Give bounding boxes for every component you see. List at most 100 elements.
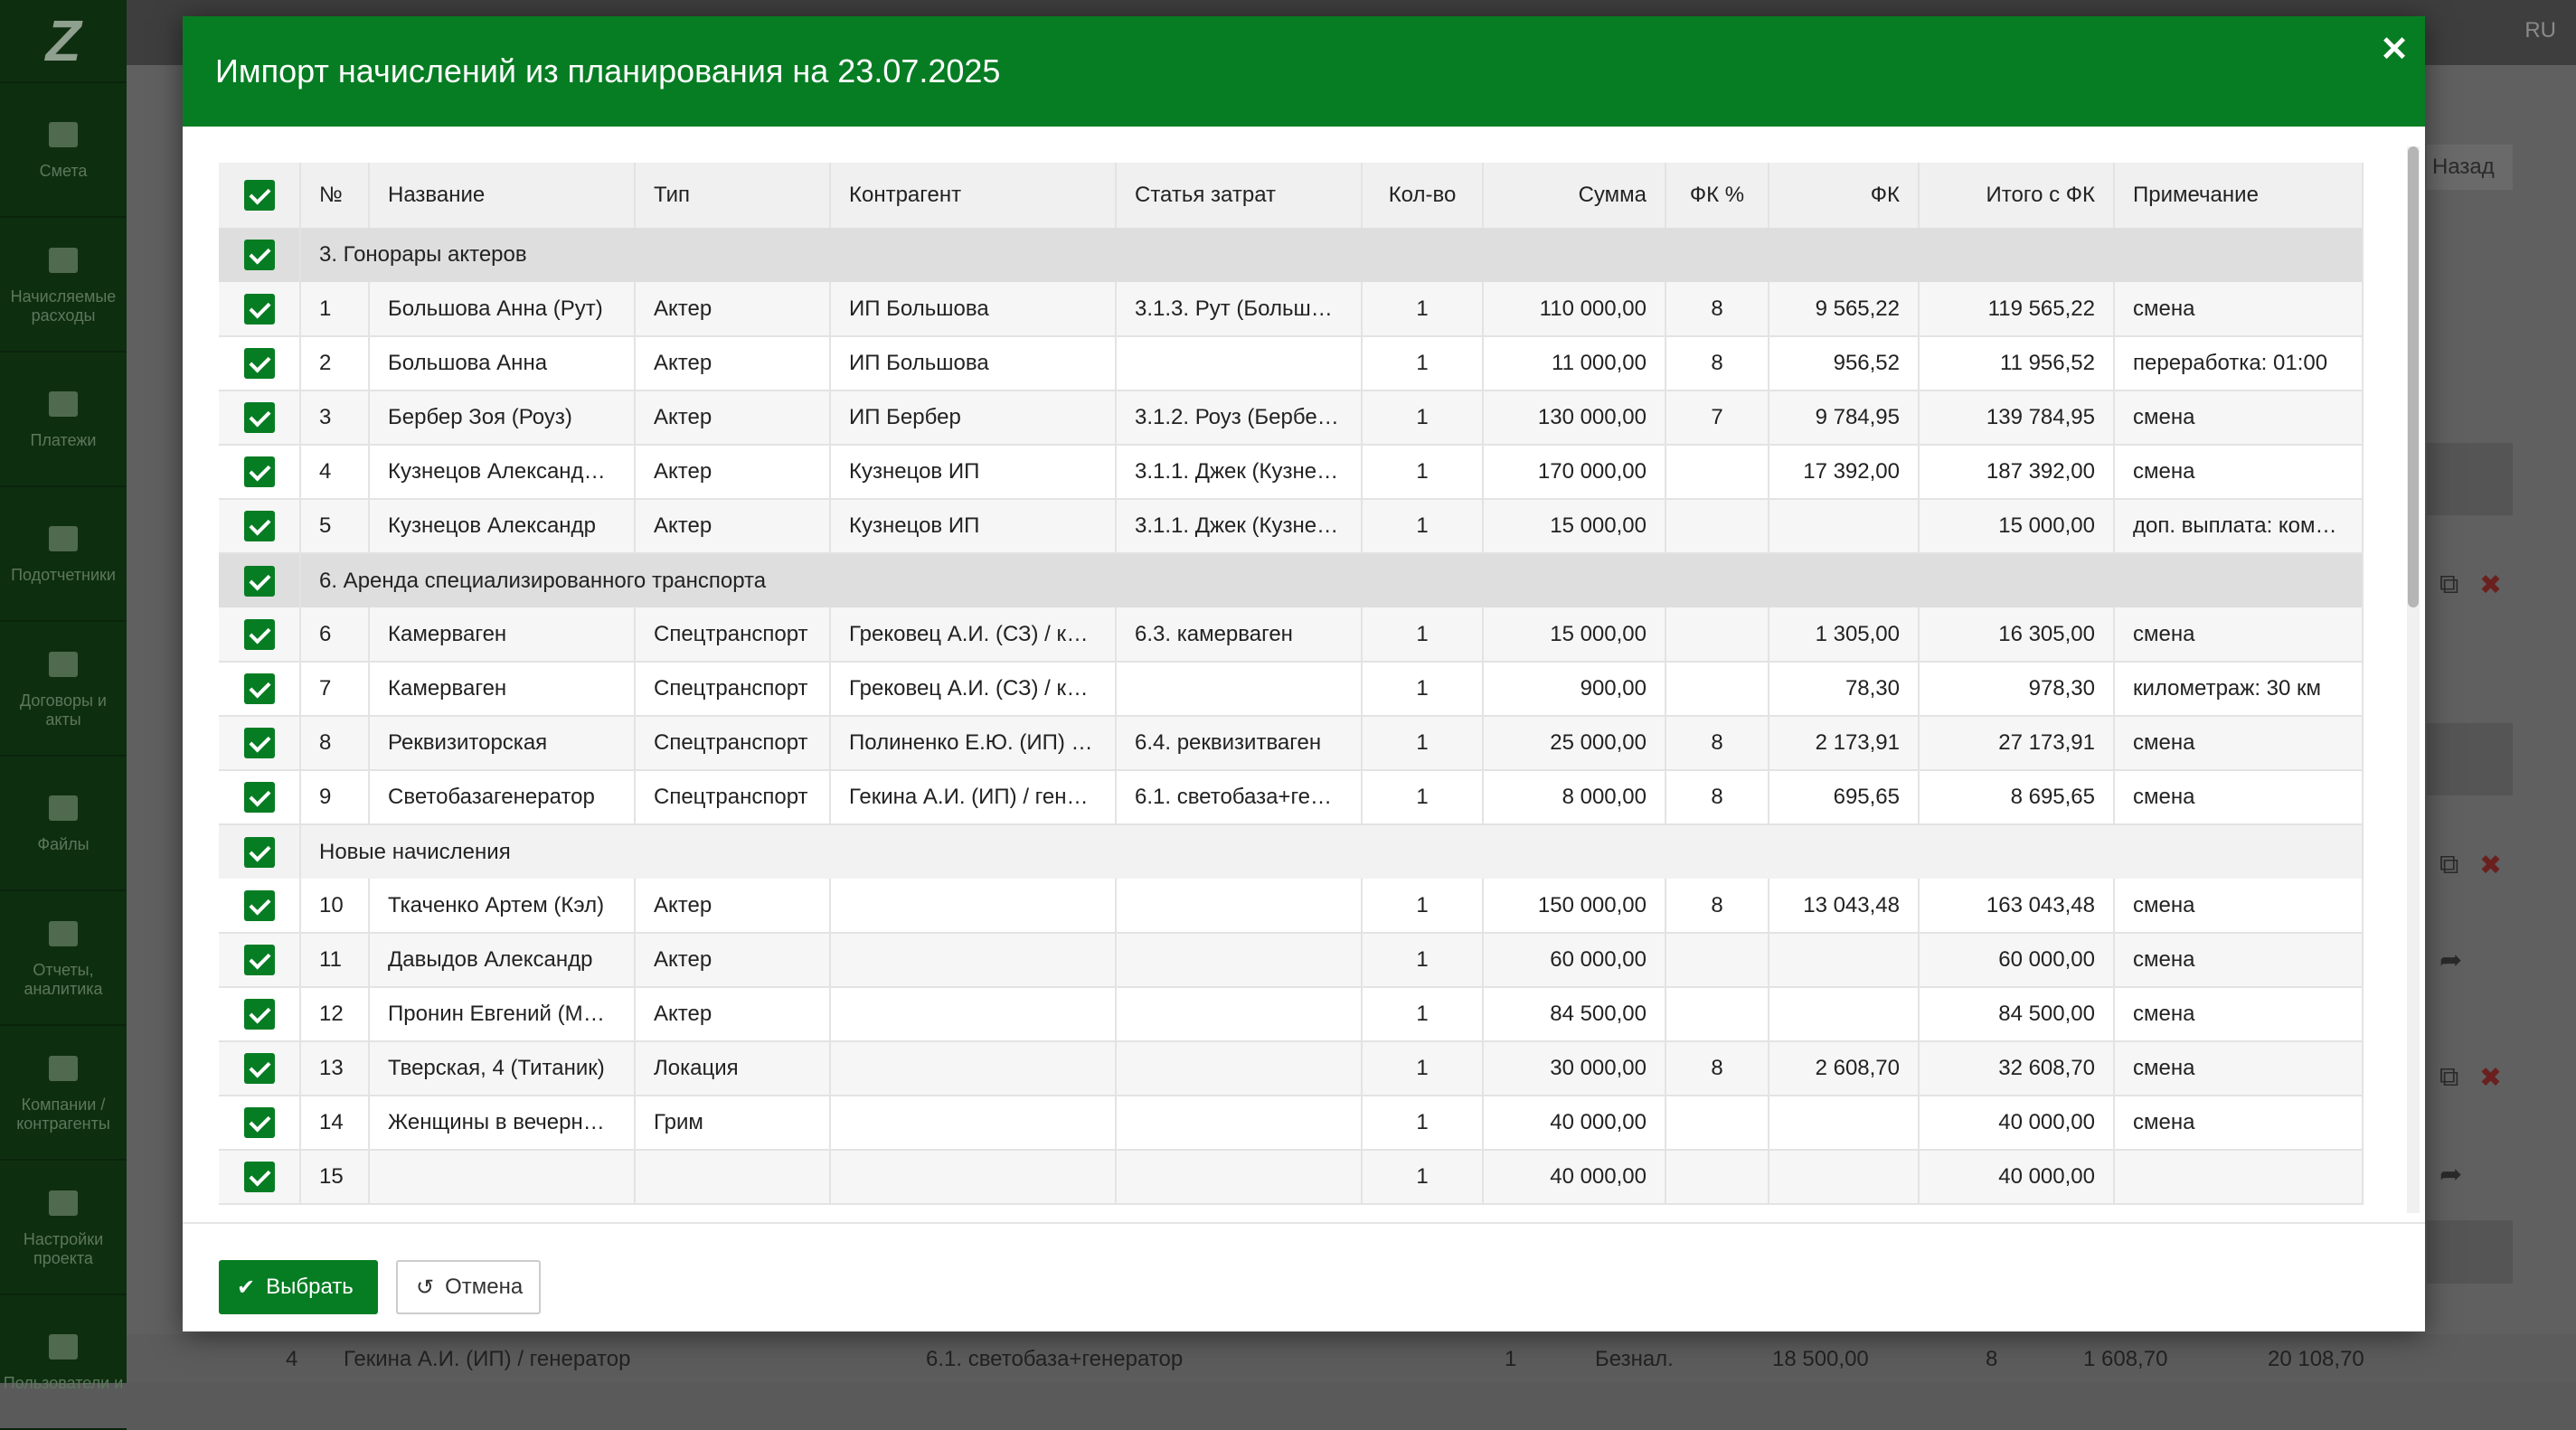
sidebar-item[interactable]: Смета bbox=[0, 83, 127, 218]
row-checkbox[interactable] bbox=[243, 1162, 275, 1192]
delete-icon[interactable]: ✖ bbox=[2479, 1062, 2502, 1094]
row-checkbox-cell[interactable] bbox=[219, 879, 301, 934]
row-checkbox[interactable] bbox=[243, 782, 275, 813]
group-checkbox-cell[interactable] bbox=[219, 228, 301, 282]
row-checkbox[interactable] bbox=[243, 999, 275, 1030]
sidebar-item[interactable]: Подотчетники bbox=[0, 487, 127, 622]
group-checkbox[interactable] bbox=[243, 836, 275, 868]
group-checkbox-cell[interactable] bbox=[219, 553, 301, 607]
modal-scrollbar[interactable] bbox=[2407, 146, 2420, 1213]
cell-note: переработка: 01:00 bbox=[2114, 336, 2364, 391]
cell-sum: 900,00 bbox=[1483, 662, 1666, 717]
delete-icon[interactable]: ✖ bbox=[2479, 569, 2502, 601]
copy-icon[interactable]: ⧉ bbox=[2439, 1062, 2458, 1093]
cell-qty: 1 bbox=[1362, 933, 1484, 988]
table-row[interactable]: 9 Светобазагенератор Спецтранспорт Гекина А… bbox=[219, 770, 2364, 825]
cell-fk: 1 305,00 bbox=[1769, 607, 1920, 663]
table-row[interactable]: 14Женщины в вечерних платьяхГрим140 000,… bbox=[219, 1096, 2364, 1151]
cell-fk-pct: 8 bbox=[1665, 716, 1769, 771]
row-checkbox[interactable] bbox=[243, 889, 275, 921]
close-icon[interactable]: ✕ bbox=[2380, 33, 2409, 67]
cell-num: 1 bbox=[300, 282, 370, 337]
table-row[interactable]: 5 Кузнецов Александр Актер Кузнецов ИП 3.1.1… bbox=[219, 499, 2364, 554]
row-checkbox-cell[interactable] bbox=[219, 1041, 301, 1096]
row-checkbox-cell[interactable] bbox=[219, 662, 301, 717]
back-button[interactable]: Назад bbox=[2427, 145, 2513, 190]
row-checkbox-cell[interactable] bbox=[219, 607, 301, 663]
row-checkbox[interactable] bbox=[243, 673, 275, 704]
row-checkbox-cell[interactable] bbox=[219, 282, 301, 337]
table-row[interactable]: 10 Ткаченко Артем (Кэл) Актер 1 150 000,00 8 1… bbox=[219, 879, 2364, 934]
table-row[interactable]: 6 Камерваген Спецтранспорт Грековец А.И. (С… bbox=[219, 607, 2364, 663]
group-checkbox[interactable] bbox=[243, 565, 275, 597]
row-checkbox-cell[interactable] bbox=[219, 987, 301, 1042]
cell-sum: 40 000,00 bbox=[1483, 1150, 1666, 1205]
table-row[interactable]: 7 Камерваген Спецтранспорт Грековец А.И. (С… bbox=[219, 662, 2364, 717]
row-checkbox-cell[interactable] bbox=[219, 1150, 301, 1205]
sidebar-item[interactable]: Компании / контрагенты bbox=[0, 1026, 127, 1161]
group-label: 6. Аренда специализированного транспорта bbox=[300, 553, 2364, 607]
cell-sum: 11 000,00 bbox=[1483, 336, 1666, 391]
sidebar-item[interactable]: Договоры и акты bbox=[0, 622, 127, 757]
group-checkbox-cell[interactable] bbox=[219, 824, 301, 879]
row-checkbox-cell[interactable] bbox=[219, 716, 301, 771]
cell-contractor: Гекина А.И. (ИП) / генератор bbox=[830, 770, 1117, 825]
cell-article bbox=[1116, 879, 1363, 934]
row-checkbox[interactable] bbox=[243, 456, 275, 487]
copy-icon[interactable]: ⧉ bbox=[2439, 569, 2458, 600]
sidebar-item[interactable]: Начисляемые расходы bbox=[0, 218, 127, 353]
table-row[interactable]: 3 Бербер Зоя (Роуз) Актер ИП Бербер 3.1.2. Р… bbox=[219, 390, 2364, 446]
table-row[interactable]: 2 Большова Анна Актер ИП Большова 1 11 000,00… bbox=[219, 336, 2364, 391]
select-all-checkbox[interactable] bbox=[243, 180, 275, 211]
row-checkbox-cell[interactable] bbox=[219, 499, 301, 554]
cell-name: Кузнецов Александр bbox=[369, 499, 636, 554]
sidebar-item[interactable]: Файлы bbox=[0, 757, 127, 891]
table-row[interactable]: 8 Реквизиторская Спецтранспорт Полиненко Е.… bbox=[219, 716, 2364, 771]
cell-contractor bbox=[830, 1041, 1117, 1096]
cell-num: 13 bbox=[300, 1041, 370, 1096]
sidebar-item[interactable]: Настройки проекта bbox=[0, 1161, 127, 1295]
copy-icon[interactable]: ⧉ bbox=[2439, 850, 2458, 880]
table-row[interactable]: 4Кузнецов Александр (Джек)АктерКузнецов … bbox=[219, 445, 2364, 500]
row-checkbox[interactable] bbox=[243, 402, 275, 433]
scrollbar-thumb[interactable] bbox=[2408, 146, 2419, 607]
delete-icon[interactable]: ✖ bbox=[2479, 850, 2502, 881]
cell-fk bbox=[1769, 1150, 1920, 1205]
cell-fk bbox=[1769, 499, 1920, 554]
cell-name: Кузнецов Александр (Джек) bbox=[369, 445, 636, 500]
background-band bbox=[2427, 443, 2513, 515]
row-checkbox[interactable] bbox=[243, 348, 275, 379]
select-all-cell[interactable] bbox=[219, 163, 301, 228]
table-row[interactable]: 13 Тверская, 4 (Титаник) Локация 1 30 000,00… bbox=[219, 1041, 2364, 1096]
table-row[interactable]: 15 1 40 000,00 40 000,00 bbox=[219, 1150, 2364, 1205]
table-row[interactable]: 1 Большова Анна (Рут) Актер ИП Большова 3.1.… bbox=[219, 282, 2364, 337]
row-checkbox-cell[interactable] bbox=[219, 445, 301, 500]
language-switch[interactable]: RU bbox=[2524, 18, 2556, 43]
sidebar-item[interactable]: Отчеты, аналитика bbox=[0, 891, 127, 1026]
row-checkbox[interactable] bbox=[243, 293, 275, 325]
row-checkbox[interactable] bbox=[243, 1107, 275, 1138]
row-checkbox-cell[interactable] bbox=[219, 1096, 301, 1151]
table-row[interactable]: 12 Пронин Евгений (Марк) Актер 1 84 500,00 84… bbox=[219, 987, 2364, 1042]
row-checkbox[interactable] bbox=[243, 511, 275, 541]
cell-note: смена bbox=[2114, 390, 2364, 446]
share-icon[interactable]: ➦ bbox=[2439, 945, 2462, 976]
row-checkbox[interactable] bbox=[243, 728, 275, 758]
share-icon[interactable]: ➦ bbox=[2439, 1159, 2462, 1190]
group-checkbox[interactable] bbox=[243, 240, 275, 270]
cell-sum: 15 000,00 bbox=[1483, 607, 1666, 663]
table-row[interactable]: 11 Давыдов Александр Актер 1 60 000,00 60 000… bbox=[219, 933, 2364, 988]
sidebar-item[interactable]: Платежи bbox=[0, 353, 127, 487]
row-checkbox[interactable] bbox=[243, 618, 275, 650]
row-checkbox[interactable] bbox=[243, 1053, 275, 1084]
cancel-button[interactable]: ↺ Отмена bbox=[396, 1260, 541, 1314]
col-sum: Сумма bbox=[1483, 163, 1666, 228]
row-checkbox-cell[interactable] bbox=[219, 933, 301, 988]
sidebar-item[interactable]: Пользователи и bbox=[0, 1295, 127, 1430]
select-button[interactable]: ✔ Выбрать bbox=[219, 1260, 378, 1314]
row-checkbox-cell[interactable] bbox=[219, 390, 301, 446]
row-checkbox-cell[interactable] bbox=[219, 770, 301, 825]
row-checkbox-cell[interactable] bbox=[219, 336, 301, 391]
cell-contractor bbox=[830, 1150, 1117, 1205]
row-checkbox[interactable] bbox=[243, 945, 275, 975]
